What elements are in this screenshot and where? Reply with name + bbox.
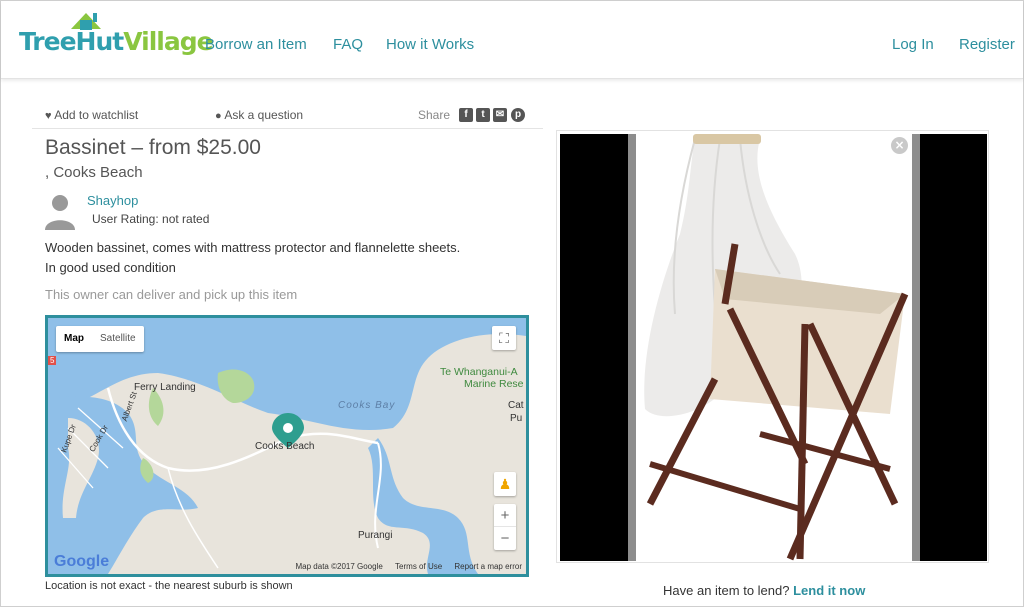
- zoom-out-button[interactable]: −: [494, 527, 516, 550]
- label-cat: Cat: [508, 400, 524, 411]
- watchlist-button[interactable]: ♥ Add to watchlist: [45, 108, 138, 122]
- listing-toolbar: ♥ Add to watchlist ● Ask a question Shar…: [45, 108, 543, 128]
- map-terms-link[interactable]: Terms of Use: [395, 562, 442, 571]
- fullscreen-icon[interactable]: ⛶: [492, 326, 516, 350]
- watchlist-label: Add to watchlist: [54, 108, 139, 122]
- email-icon[interactable]: ✉: [493, 108, 507, 122]
- logo-hut: Hut: [75, 27, 125, 56]
- map-tab-map[interactable]: Map: [56, 326, 92, 352]
- lend-prompt: Have an item to lend? Lend it now: [663, 583, 865, 598]
- ask-question-button[interactable]: ● Ask a question: [215, 108, 303, 122]
- share-label: Share: [418, 108, 451, 122]
- nav-register[interactable]: Register: [959, 36, 1015, 53]
- listing-description: Wooden bassinet, comes with mattress pro…: [45, 238, 525, 278]
- nav-login[interactable]: Log In: [892, 36, 934, 53]
- label-reserve: Te Whanganui-A: [440, 366, 518, 378]
- close-icon[interactable]: ×: [891, 137, 908, 154]
- lend-it-now-link[interactable]: Lend it now: [793, 583, 865, 598]
- nav-how-it-works[interactable]: How it Works: [386, 36, 474, 53]
- toolbar-divider: [32, 128, 543, 129]
- logo-village: Village: [123, 27, 213, 56]
- owner-link[interactable]: Shayhop: [87, 193, 138, 208]
- label-route-5: 5: [48, 356, 57, 365]
- map-type-tabs: Map Satellite: [56, 326, 144, 352]
- location-map[interactable]: Map Satellite ⛶ ♟ + − Ferry Landing Cook…: [45, 315, 529, 577]
- google-logo: Google: [54, 553, 110, 570]
- description-line-1: Wooden bassinet, comes with mattress pro…: [45, 240, 461, 255]
- zoom-in-button[interactable]: +: [494, 504, 516, 527]
- label-reserve-2: Marine Rese: [464, 378, 524, 390]
- item-photo-box: ×: [556, 130, 989, 563]
- site-header: TreeHutVillage Borrow an Item FAQ How it…: [1, 1, 1023, 79]
- nav-borrow[interactable]: Borrow an Item: [205, 36, 307, 53]
- listing-location: , Cooks Beach: [45, 164, 143, 181]
- twitter-icon[interactable]: t: [476, 108, 490, 122]
- label-purangi: Purangi: [358, 530, 393, 541]
- map-error-link[interactable]: Report a map error: [454, 562, 522, 571]
- lend-prompt-text: Have an item to lend?: [663, 583, 790, 598]
- comment-icon: ●: [215, 110, 222, 122]
- pinterest-icon[interactable]: p: [511, 108, 525, 122]
- nav-faq[interactable]: FAQ: [333, 36, 363, 53]
- map-tab-satellite[interactable]: Satellite: [92, 326, 144, 352]
- label-pu: Pu: [510, 413, 523, 424]
- user-rating: User Rating: not rated: [92, 212, 210, 226]
- map-footer: Map data ©2017 Google Terms of Use Repor…: [286, 562, 522, 571]
- heart-icon: ♥: [45, 110, 52, 122]
- delivery-note: This owner can deliver and pick up this …: [45, 287, 298, 302]
- description-line-2: In good used condition: [45, 260, 176, 275]
- label-cooks-beach: Cooks Beach: [255, 441, 315, 452]
- label-ferry-landing: Ferry Landing: [134, 382, 196, 393]
- bassinet-image: [560, 134, 987, 561]
- user-avatar-icon: [45, 195, 75, 230]
- facebook-icon[interactable]: f: [459, 108, 473, 122]
- location-note: Location is not exact - the nearest subu…: [45, 580, 293, 592]
- logo-text: TreeHutVillage: [19, 27, 214, 56]
- logo-tree: Tree: [19, 27, 77, 56]
- pegman-icon[interactable]: ♟: [494, 472, 516, 496]
- item-photo[interactable]: ×: [560, 134, 987, 561]
- ask-label: Ask a question: [224, 108, 304, 122]
- listing-title: Bassinet – from $25.00: [45, 136, 261, 159]
- treehut-logo[interactable]: TreeHutVillage: [19, 9, 214, 59]
- zoom-controls: + −: [494, 504, 516, 550]
- label-cooks-bay: Cooks Bay: [338, 400, 396, 411]
- map-data-credit: Map data ©2017 Google: [295, 562, 383, 571]
